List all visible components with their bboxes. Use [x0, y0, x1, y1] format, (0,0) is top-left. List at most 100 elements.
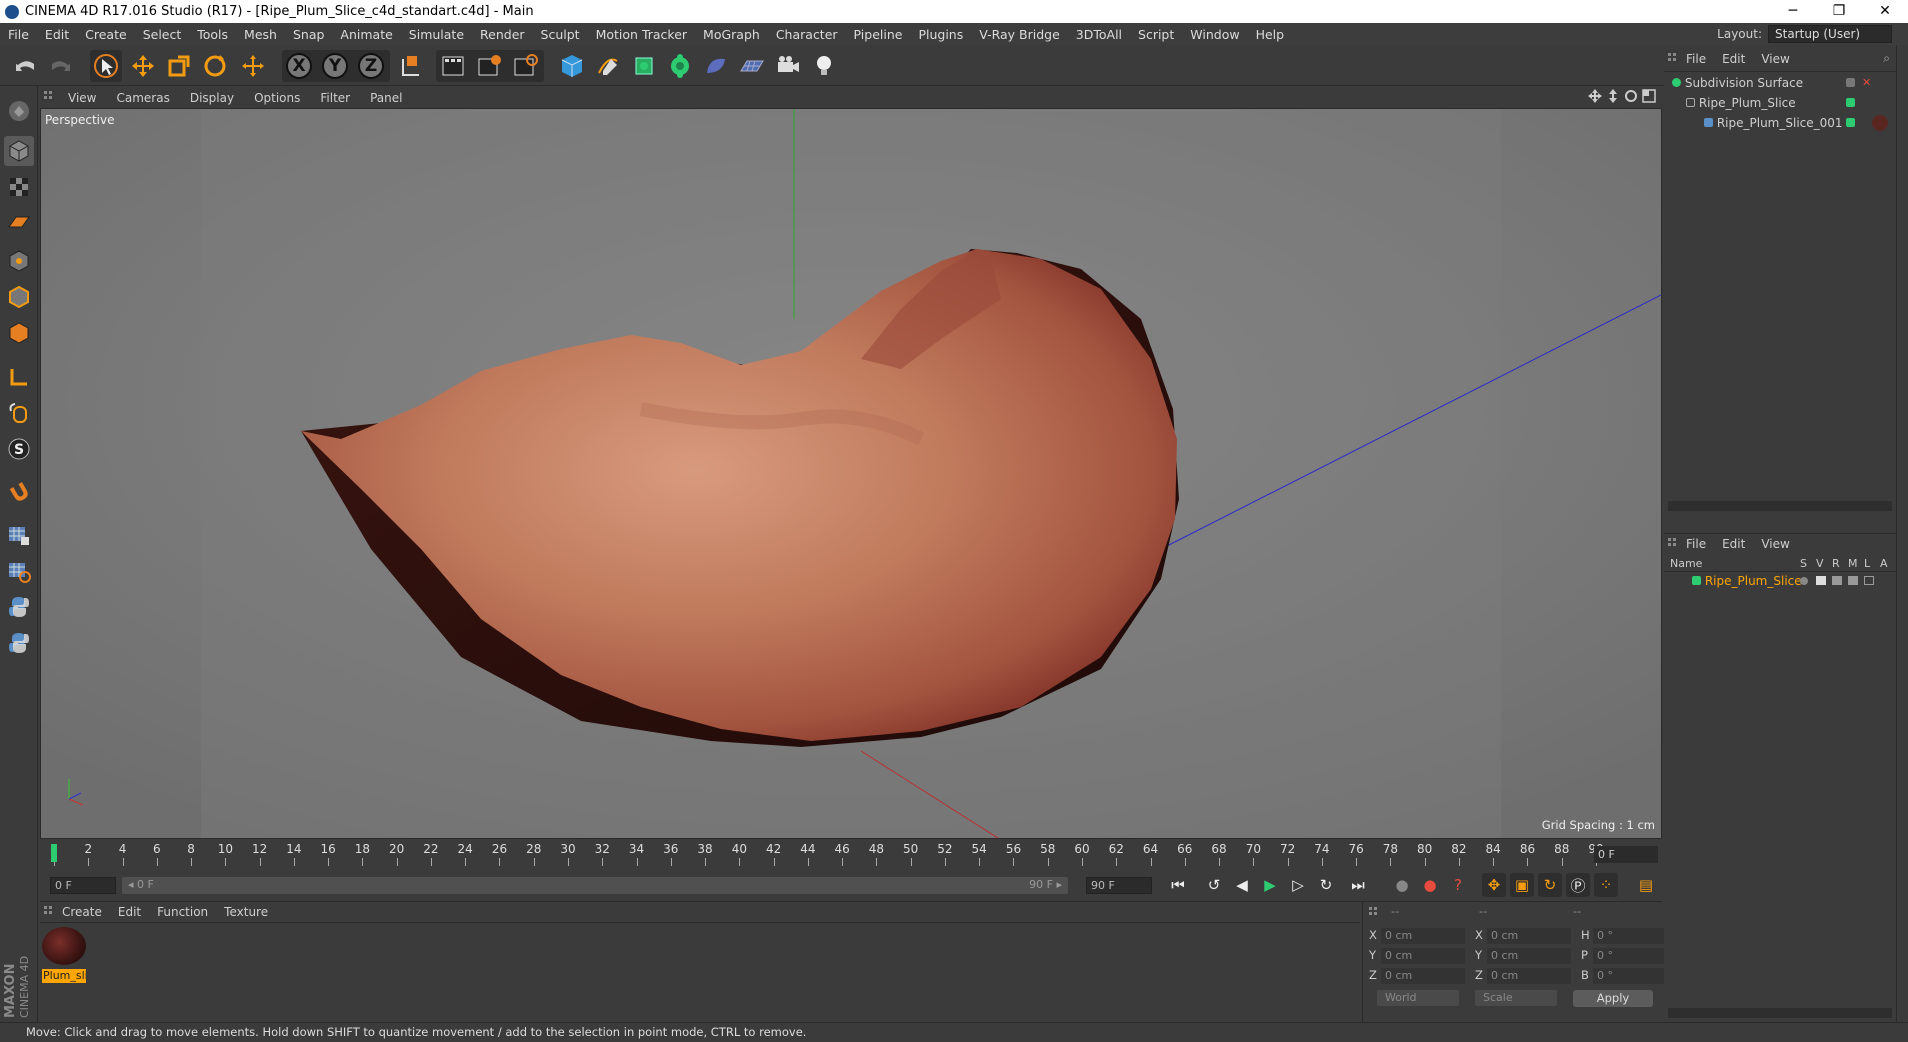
- viewport-menu-cameras[interactable]: Cameras: [106, 91, 179, 105]
- menu-snap[interactable]: Snap: [285, 27, 332, 42]
- size-y-field[interactable]: 0 cm: [1487, 948, 1571, 964]
- col-r[interactable]: R: [1832, 557, 1840, 570]
- viewport-menu-display[interactable]: Display: [180, 91, 244, 105]
- object-menu-view[interactable]: View: [1753, 52, 1797, 66]
- layer-color-icon[interactable]: [1846, 118, 1855, 127]
- menu-motion-tracker[interactable]: Motion Tracker: [588, 27, 695, 42]
- solo-toggle-icon[interactable]: [1800, 577, 1808, 585]
- axis-mode-icon[interactable]: [4, 362, 34, 392]
- menu-create[interactable]: Create: [77, 27, 135, 42]
- texture-mode-icon[interactable]: [4, 172, 34, 202]
- layout-dropdown[interactable]: Startup (User): [1768, 25, 1892, 43]
- render-settings-icon[interactable]: [512, 53, 538, 79]
- object-list-hscrollbar[interactable]: [1668, 501, 1892, 511]
- viewport-grip-icon[interactable]: [44, 90, 58, 105]
- disable-toggle-icon[interactable]: ✕: [1862, 74, 1871, 92]
- orbit-icon[interactable]: [1624, 89, 1638, 103]
- autokey-icon[interactable]: ●: [1418, 873, 1442, 897]
- transform-tool-icon[interactable]: [237, 50, 269, 82]
- menu-animate[interactable]: Animate: [332, 27, 400, 42]
- go-to-end-icon[interactable]: ⏭: [1346, 873, 1370, 897]
- menu-file[interactable]: File: [0, 27, 37, 42]
- key-position-icon[interactable]: ✥: [1482, 873, 1506, 897]
- redo-icon[interactable]: [44, 50, 76, 82]
- viewport-menu-panel[interactable]: Panel: [360, 91, 412, 105]
- menu-script[interactable]: Script: [1130, 27, 1182, 42]
- material-menu-texture[interactable]: Texture: [216, 905, 276, 919]
- workplane-mode-icon[interactable]: [4, 208, 34, 238]
- material-grip-icon[interactable]: [44, 905, 54, 919]
- menu-character[interactable]: Character: [768, 27, 846, 42]
- playhead-marker[interactable]: [51, 844, 57, 862]
- render-view-icon[interactable]: [440, 53, 466, 79]
- layer-row-plum-slice[interactable]: Ripe_Plum_Slice: [1664, 572, 1896, 590]
- deformer-icon[interactable]: [700, 50, 732, 82]
- locked-workplane-icon[interactable]: [4, 520, 34, 550]
- material-menu-edit[interactable]: Edit: [110, 905, 149, 919]
- step-back-key-icon[interactable]: ↺: [1202, 873, 1226, 897]
- manager-toggle-icon[interactable]: [1848, 576, 1858, 585]
- viewport-menu-view[interactable]: View: [58, 91, 106, 105]
- menu-edit[interactable]: Edit: [37, 27, 77, 42]
- col-l[interactable]: L: [1864, 557, 1870, 570]
- object-search-icon[interactable]: ⌕: [1883, 51, 1890, 66]
- menu-tools[interactable]: Tools: [189, 27, 236, 42]
- rot-h-field[interactable]: 0 °: [1593, 928, 1665, 944]
- menu-plugins[interactable]: Plugins: [910, 27, 971, 42]
- make-editable-icon[interactable]: [4, 96, 34, 126]
- rot-b-field[interactable]: 0 °: [1593, 968, 1665, 984]
- view-toggle-icon[interactable]: [1816, 576, 1826, 585]
- perspective-viewport[interactable]: Perspective Grid Spacing : 1 cm: [40, 108, 1662, 839]
- pos-y-field[interactable]: 0 cm: [1381, 948, 1465, 964]
- material-name[interactable]: Plum_sli: [42, 969, 86, 983]
- planar-workplane-icon[interactable]: [4, 556, 34, 586]
- subdivision-surface-icon[interactable]: [628, 50, 660, 82]
- object-grip-icon[interactable]: [1668, 52, 1678, 66]
- loop-icon[interactable]: ↻: [1314, 873, 1338, 897]
- menu-vray-bridge[interactable]: V-Ray Bridge: [971, 27, 1068, 42]
- col-a[interactable]: A: [1880, 557, 1888, 570]
- render-picture-viewer-icon[interactable]: [476, 53, 502, 79]
- pos-z-field[interactable]: 0 cm: [1381, 968, 1465, 984]
- object-menu-file[interactable]: File: [1678, 52, 1714, 66]
- key-rotation-icon[interactable]: ↻: [1538, 873, 1562, 897]
- layer-list-hscrollbar[interactable]: [1668, 1008, 1892, 1018]
- col-name[interactable]: Name: [1670, 557, 1702, 570]
- layer-menu-file[interactable]: File: [1678, 537, 1714, 551]
- material-thumbnail[interactable]: [42, 927, 86, 965]
- lock-toggle-icon[interactable]: [1864, 576, 1874, 585]
- layer-grip-icon[interactable]: [1668, 537, 1678, 551]
- menu-3dtoall[interactable]: 3DToAll: [1068, 27, 1130, 42]
- undo-icon[interactable]: [10, 50, 42, 82]
- col-m[interactable]: M: [1848, 557, 1858, 570]
- python-script-icon[interactable]: [4, 592, 34, 622]
- key-param-icon[interactable]: Ⓟ: [1566, 873, 1590, 897]
- rot-p-field[interactable]: 0 °: [1593, 948, 1665, 964]
- y-axis-lock-button[interactable]: Y: [322, 53, 348, 79]
- live-selection-icon[interactable]: [90, 50, 122, 82]
- snapping-s-icon[interactable]: S: [4, 434, 34, 464]
- material-tag-icon[interactable]: [1872, 115, 1888, 131]
- menu-render[interactable]: Render: [472, 27, 533, 42]
- menu-pipeline[interactable]: Pipeline: [846, 27, 911, 42]
- size-x-field[interactable]: 0 cm: [1487, 928, 1571, 944]
- light-icon[interactable]: [808, 50, 840, 82]
- current-frame-field[interactable]: 0 F: [1594, 846, 1658, 863]
- end-frame-field[interactable]: 90 F: [1086, 877, 1152, 894]
- layer-color-icon[interactable]: [1846, 98, 1855, 107]
- go-to-start-icon[interactable]: ⏮: [1166, 873, 1190, 897]
- mograph-cloner-icon[interactable]: [664, 50, 696, 82]
- visibility-toggle-icon[interactable]: [1846, 78, 1855, 87]
- right-dock-tabs[interactable]: [1896, 45, 1908, 1022]
- step-forward-icon[interactable]: ▷: [1286, 873, 1310, 897]
- minimize-button[interactable]: ─: [1770, 0, 1816, 23]
- magnet-snap-icon[interactable]: [4, 478, 34, 508]
- keyframe-selection-icon[interactable]: ?: [1446, 873, 1470, 897]
- viewport-menu-filter[interactable]: Filter: [310, 91, 360, 105]
- record-keys-icon[interactable]: ●: [1390, 873, 1414, 897]
- floor-environment-icon[interactable]: [736, 50, 768, 82]
- menu-sculpt[interactable]: Sculpt: [533, 27, 588, 42]
- camera-icon[interactable]: [772, 50, 804, 82]
- menu-select[interactable]: Select: [135, 27, 190, 42]
- viewport-menu-options[interactable]: Options: [244, 91, 310, 105]
